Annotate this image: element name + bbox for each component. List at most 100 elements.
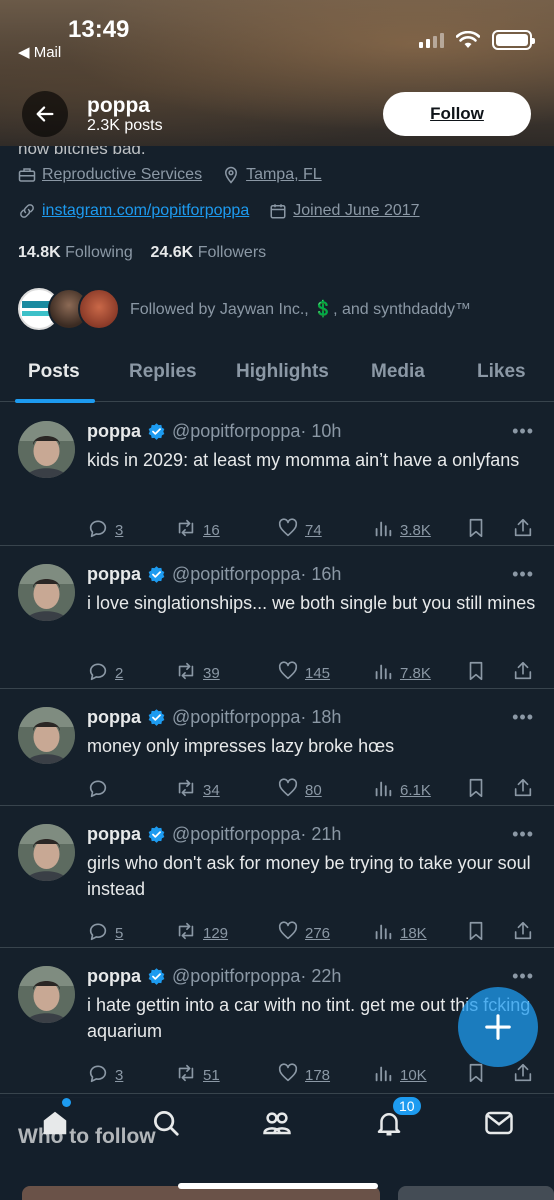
bookmark-button[interactable] [465,1062,487,1088]
plus-icon [485,1014,511,1040]
post-author-name[interactable]: poppa [87,707,141,728]
verified-badge-icon [148,423,165,440]
back-button[interactable] [22,91,68,137]
following-stat[interactable]: 14.8K Following [18,244,133,261]
more-options-icon[interactable]: ••• [512,966,534,987]
repost-button[interactable]: 39 [175,660,220,686]
followed-by-text: Followed by Jaywan Inc., 💲, and synthdad… [130,301,471,318]
share-button[interactable] [512,517,534,543]
repost-button[interactable]: 51 [175,1062,220,1088]
repost-count: 16 [203,521,220,539]
bookmark-button[interactable] [465,517,487,543]
like-button[interactable]: 276 [277,920,330,946]
compose-post-button[interactable] [458,987,538,1067]
post[interactable]: poppa @popitforpoppa · 18h ••• money onl… [0,689,554,806]
reply-button[interactable]: 2 [87,660,123,686]
share-button[interactable] [512,660,534,686]
views-count: 18K [400,924,427,942]
like-button[interactable]: 178 [277,1062,330,1088]
post-text: i love singlationships... we both single… [87,593,536,613]
verified-badge-icon [148,968,165,985]
repost-button[interactable]: 16 [175,517,220,543]
profile-meta-row-1: Reproductive Services Tampa, FL [18,166,322,184]
header-posts-count: 2.3K posts [87,117,163,134]
communities-icon[interactable] [262,1108,292,1138]
more-options-icon[interactable]: ••• [512,824,534,845]
post-text: kids in 2029: at least my momma ain’t ha… [87,450,520,470]
more-options-icon[interactable]: ••• [512,707,534,728]
reply-icon [87,920,109,946]
post-author-avatar[interactable] [18,707,75,764]
like-button[interactable]: 74 [277,517,322,543]
reply-button[interactable]: 3 [87,517,123,543]
cellular-signal-icon [419,32,444,48]
post-author-name[interactable]: poppa [87,824,141,845]
views-button[interactable]: 3.8K [372,517,431,543]
post-author-name[interactable]: poppa [87,421,141,442]
post-time: · 10h [300,421,342,441]
repost-button[interactable]: 129 [175,920,228,946]
arrow-left-icon [36,106,54,122]
post-author-avatar[interactable] [18,421,75,478]
profile-website-link[interactable]: instagram.com/popitforpoppa [42,202,249,220]
repost-icon [175,777,197,803]
bookmark-button[interactable] [465,920,487,946]
more-options-icon[interactable]: ••• [512,421,534,442]
reply-icon [87,517,109,543]
views-button[interactable]: 7.8K [372,660,431,686]
like-button[interactable]: 145 [277,660,330,686]
post[interactable]: poppa @popitforpoppa · 10h ••• kids in 2… [0,403,554,546]
post-author-avatar[interactable] [18,564,75,621]
post-author-name[interactable]: poppa [87,966,141,987]
follower-avatar-3 [78,288,120,330]
tab-likes[interactable]: Likes [477,361,526,383]
follow-counts: 14.8K Following 24.6K Followers [18,244,266,262]
post-header: poppa @popitforpoppa · 16h [87,564,341,585]
like-button[interactable]: 80 [277,777,322,803]
views-button[interactable]: 10K [372,1062,427,1088]
post-actions: 3 16 74 3.8K [87,517,535,541]
profile-location-link[interactable]: Tampa, FL [246,166,322,184]
follow-button[interactable]: Follow [383,92,531,136]
views-count: 10K [400,1066,427,1084]
bookmark-button[interactable] [465,660,487,686]
share-button[interactable] [512,920,534,946]
tab-replies[interactable]: Replies [129,361,197,383]
post-author-name[interactable]: poppa [87,564,141,585]
tab-posts[interactable]: Posts [28,361,80,383]
reply-button[interactable] [87,777,115,803]
status-back-to-mail[interactable]: ◀ Mail [18,43,61,61]
post-author-avatar[interactable] [18,966,75,1023]
calendar-icon [270,204,286,219]
post-author-handle: @popitforpoppa [172,564,301,584]
share-icon [512,777,534,803]
post-author-avatar[interactable] [18,824,75,881]
repost-button[interactable]: 34 [175,777,220,803]
profile-meta-row-2: instagram.com/popitforpoppa Joined June … [18,202,420,220]
reply-button[interactable]: 5 [87,920,123,946]
post-time: · 21h [300,824,342,844]
post[interactable]: poppa @popitforpoppa · 16h ••• i love si… [0,546,554,689]
followers-stat[interactable]: 24.6K Followers [151,244,267,261]
more-options-icon[interactable]: ••• [512,564,534,585]
suggestion-card-peek-2 [398,1186,554,1200]
repost-count: 51 [203,1066,220,1084]
tab-highlights[interactable]: Highlights [236,361,329,383]
post-actions: 5 129 276 18K [87,920,535,944]
share-button[interactable] [512,1062,534,1088]
verified-badge-icon [148,709,165,726]
location-pin-icon [225,166,238,184]
tab-media[interactable]: Media [371,361,425,383]
profile-category-link[interactable]: Reproductive Services [42,166,202,184]
share-icon [512,1062,534,1088]
followed-by-row[interactable]: Followed by Jaywan Inc., 💲, and synthdad… [18,288,471,330]
views-button[interactable]: 6.1K [372,777,431,803]
bookmark-button[interactable] [465,777,487,803]
messages-icon[interactable] [484,1108,514,1138]
views-button[interactable]: 18K [372,920,427,946]
share-button[interactable] [512,777,534,803]
reply-count: 3 [115,521,124,539]
reply-button[interactable]: 3 [87,1062,123,1088]
post[interactable]: poppa @popitforpoppa · 21h ••• girls who… [0,806,554,948]
header-name: poppa [87,94,150,117]
